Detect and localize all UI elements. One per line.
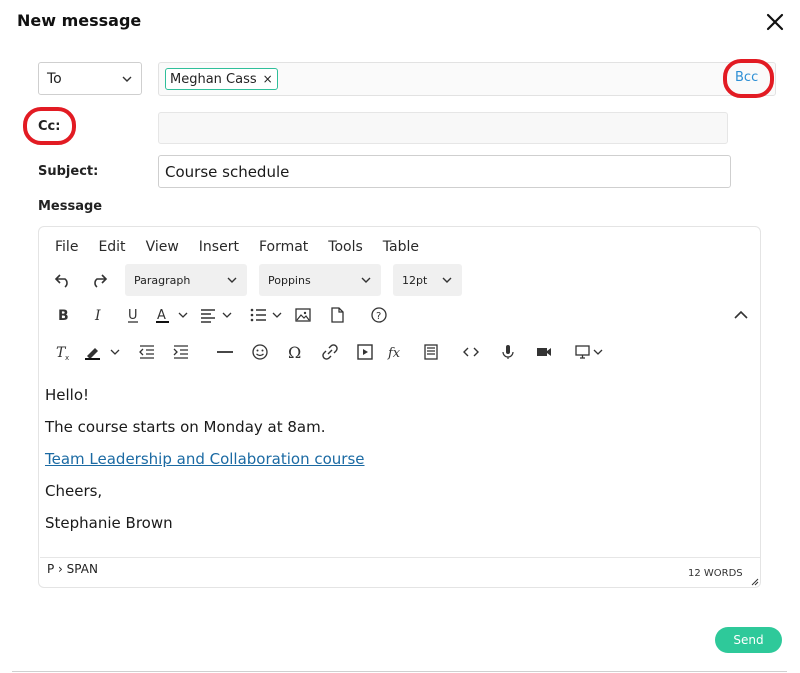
resize-handle-icon[interactable]: [750, 577, 759, 586]
font-family-select[interactable]: Poppins: [259, 264, 381, 296]
subject-input[interactable]: Course schedule: [158, 155, 731, 188]
recipient-type-value: To: [47, 70, 62, 87]
recipient-chip-label: Meghan Cass: [170, 71, 257, 87]
menu-table[interactable]: Table: [383, 239, 419, 255]
menu-tools[interactable]: Tools: [328, 239, 363, 255]
document-icon[interactable]: [325, 300, 349, 330]
chevron-down-icon: [227, 277, 237, 283]
svg-text:B: B: [58, 308, 69, 324]
svg-text:x: x: [65, 354, 69, 361]
chevron-down-icon: [442, 277, 452, 283]
body-line: The course starts on Monday at 8am.: [45, 418, 326, 436]
bullet-list-icon[interactable]: [249, 300, 289, 330]
svg-text:U: U: [128, 308, 138, 323]
close-icon[interactable]: [764, 11, 786, 33]
formula-icon[interactable]: fx: [384, 337, 408, 367]
send-button[interactable]: Send: [715, 627, 782, 653]
editor-menubar: File Edit View Insert Format Tools Table: [55, 239, 439, 255]
template-icon[interactable]: [419, 337, 443, 367]
dialog-title: New message: [17, 11, 142, 30]
clear-format-icon[interactable]: Tx: [51, 337, 75, 367]
recipient-chip: Meghan Cass ×: [165, 68, 278, 90]
menu-view[interactable]: View: [146, 239, 179, 255]
svg-text:Ω: Ω: [288, 343, 301, 361]
font-size-select[interactable]: 12pt: [393, 264, 462, 296]
font-family-value: Poppins: [268, 273, 311, 287]
editor-statusbar: P › SPAN 12 WORDS: [40, 557, 760, 587]
special-character-icon[interactable]: Ω: [283, 337, 307, 367]
align-icon[interactable]: [199, 300, 239, 330]
to-field[interactable]: Meghan Cass ×: [158, 62, 776, 96]
font-size-value: 12pt: [402, 273, 428, 287]
indent-icon[interactable]: [169, 337, 193, 367]
rich-text-editor: File Edit View Insert Format Tools Table…: [38, 226, 761, 588]
chevron-down-icon: [122, 76, 132, 82]
underline-icon[interactable]: U: [121, 300, 145, 330]
cc-label: Cc:: [38, 119, 61, 134]
block-format-select[interactable]: Paragraph: [125, 264, 247, 296]
svg-text:?: ?: [376, 311, 381, 322]
menu-edit[interactable]: Edit: [98, 239, 125, 255]
undo-icon[interactable]: [51, 265, 75, 295]
redo-icon[interactable]: [87, 265, 111, 295]
menu-insert[interactable]: Insert: [199, 239, 239, 255]
element-path[interactable]: P › SPAN: [47, 562, 98, 576]
divider: [12, 671, 787, 672]
svg-text:I: I: [94, 308, 101, 324]
remove-recipient-icon[interactable]: ×: [263, 72, 273, 86]
bcc-link[interactable]: Bcc: [735, 70, 758, 85]
text-color-icon[interactable]: A: [153, 300, 193, 330]
bold-icon[interactable]: B: [51, 300, 75, 330]
svg-text:fx: fx: [387, 346, 401, 361]
help-icon[interactable]: ?: [367, 300, 391, 330]
body-line: Cheers,: [45, 482, 103, 500]
image-icon[interactable]: [291, 300, 315, 330]
svg-text:A: A: [157, 308, 166, 323]
video-icon[interactable]: [532, 337, 556, 367]
cc-field[interactable]: [158, 112, 728, 144]
highlight-color-icon[interactable]: [83, 337, 125, 367]
body-line: Stephanie Brown: [45, 514, 173, 532]
italic-icon[interactable]: I: [86, 300, 110, 330]
chevron-down-icon: [361, 277, 371, 283]
outdent-icon[interactable]: [135, 337, 159, 367]
chevron-up-icon[interactable]: [729, 300, 753, 330]
word-count[interactable]: 12 WORDS: [688, 568, 743, 579]
media-icon[interactable]: [353, 337, 377, 367]
horizontal-line-icon[interactable]: [213, 337, 237, 367]
editor-content[interactable]: Hello! The course starts on Monday at 8a…: [40, 371, 760, 559]
block-format-value: Paragraph: [134, 273, 191, 287]
recipient-type-select[interactable]: To: [38, 62, 142, 95]
screen-share-icon[interactable]: [574, 337, 608, 367]
message-label: Message: [38, 199, 103, 214]
link-icon[interactable]: [318, 337, 342, 367]
body-line: Hello!: [45, 386, 90, 404]
emoji-icon[interactable]: [248, 337, 272, 367]
menu-file[interactable]: File: [55, 239, 78, 255]
subject-label: Subject:: [38, 164, 99, 179]
menu-format[interactable]: Format: [259, 239, 308, 255]
course-link[interactable]: Team Leadership and Collaboration course: [45, 450, 365, 468]
microphone-icon[interactable]: [496, 337, 520, 367]
code-icon[interactable]: [459, 337, 483, 367]
